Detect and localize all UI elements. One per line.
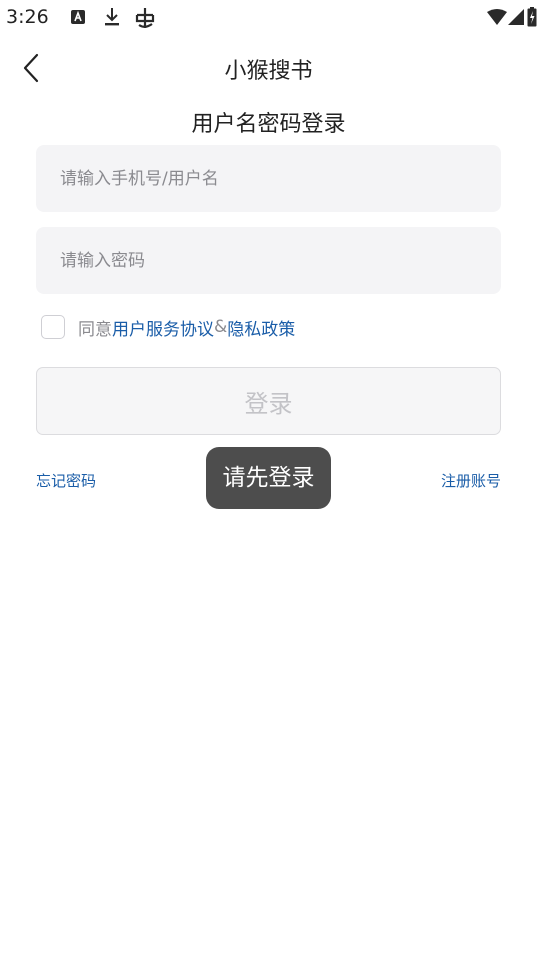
a-box-icon [70, 9, 86, 29]
ampersand-text: & [214, 317, 228, 337]
nav-bar: 小猴搜书 [0, 44, 537, 94]
privacy-link[interactable]: 隐私政策 [227, 315, 295, 340]
signal-icon [508, 9, 524, 29]
register-link[interactable]: 注册账号 [441, 470, 501, 491]
login-heading: 用户名密码登录 [191, 112, 346, 137]
toast-message: 请先登录 [206, 447, 331, 509]
password-field [36, 227, 501, 294]
download-icon [104, 7, 120, 31]
agreement-row: 同意 用户服务协议 & 隐私政策 [41, 313, 295, 341]
login-button[interactable]: 登录 [36, 367, 501, 435]
page-title: 小猴搜书 [224, 59, 313, 84]
status-time: 3:26 [6, 6, 49, 28]
wifi-icon [487, 9, 507, 29]
forgot-password-link[interactable]: 忘记密码 [36, 470, 96, 491]
username-input[interactable] [36, 145, 501, 212]
terms-link[interactable]: 用户服务协议 [112, 315, 214, 340]
status-bar: 3:26 [0, 0, 537, 36]
password-input[interactable] [36, 227, 501, 294]
agree-prefix: 同意 [78, 319, 112, 340]
battery-charging-icon [527, 7, 537, 31]
agree-checkbox[interactable] [41, 315, 65, 339]
bug-icon [133, 6, 157, 34]
username-field [36, 145, 501, 212]
